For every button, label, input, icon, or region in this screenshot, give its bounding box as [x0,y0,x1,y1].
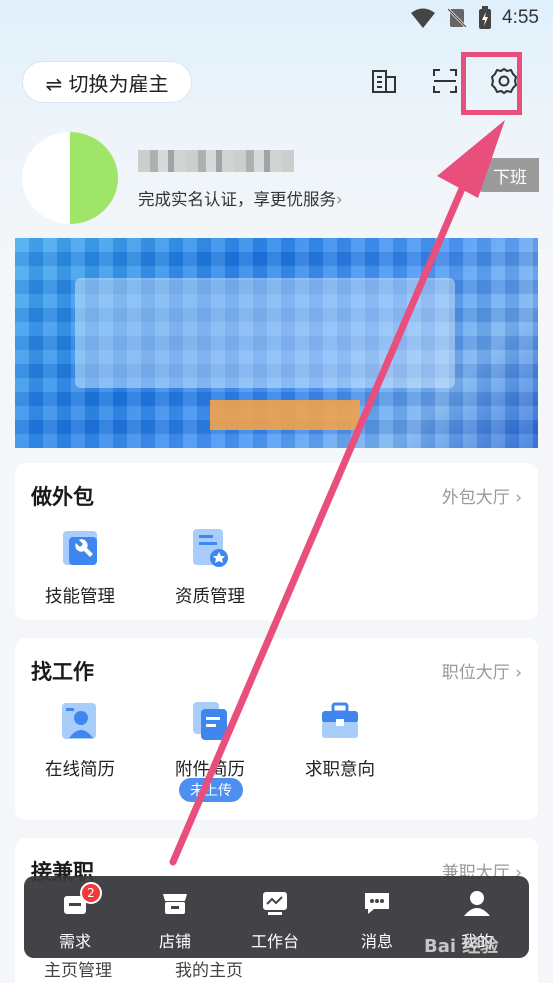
skill-management-item[interactable]: 技能管理 [25,527,135,608]
switch-label: ⇌ 切换为雇主 [45,71,169,96]
tab-demand-label: 需求 [58,932,91,951]
promo-banner[interactable] [15,238,538,448]
workbench-icon [263,892,287,915]
online-resume-label: 在线简历 [45,760,115,780]
jobs-card: 找工作 职位大厅 › 在线简历 附件简历 求职意向 [15,638,538,820]
baidu-watermark: Bai 经验 [424,936,499,957]
battery-icon [479,6,492,29]
skill-management-icon [63,531,97,565]
message-icon [365,893,389,914]
tab-shop-label: 店铺 [158,932,191,951]
job-intention-icon [322,702,358,738]
job-intention-label: 求职意向 [305,760,375,780]
scan-icon[interactable] [428,64,462,98]
outsourcing-card: 做外包 外包大厅 › 技能管理 资质管理 [15,463,538,620]
verify-text: 完成实名认证，享更优服务 [138,190,336,209]
avatar[interactable] [22,132,118,224]
qualification-management-item[interactable]: 资质管理 [155,527,265,608]
tab-messages[interactable]: 消息 [332,888,422,952]
status-time: 4:55 [502,7,539,28]
qualification-management-icon [193,529,228,567]
no-signal-icon [447,8,467,28]
job-intention-item[interactable]: 求职意向 [285,700,395,781]
building-icon[interactable] [367,64,401,98]
outsourcing-hall-link[interactable]: 外包大厅 › [442,483,522,508]
settings-highlight-box [461,52,522,115]
tab-messages-label: 消息 [360,932,393,951]
outsourcing-title: 做外包 [31,485,94,509]
skill-management-label: 技能管理 [45,587,115,607]
chevron-right-icon: › [336,190,343,209]
off-duty-toggle[interactable]: 下班 [467,158,539,192]
switch-to-employer-button[interactable]: ⇌ 切换为雇主 [22,61,192,103]
homepage-management-label[interactable]: 主页管理 [44,956,112,981]
shop-icon [163,894,187,914]
status-bar: 4:55 [0,0,553,38]
attachment-resume-item[interactable]: 附件简历 [155,700,265,781]
not-uploaded-badge: 未上传 [179,778,243,802]
qualification-management-label: 资质管理 [175,587,245,607]
username-blurred [138,150,294,172]
profile-icon [464,891,490,916]
online-resume-item[interactable]: 在线简历 [25,700,135,781]
jobs-title: 找工作 [31,660,94,684]
demand-count-badge: 2 [80,882,102,904]
wifi-icon [411,8,436,28]
jobs-hall-link[interactable]: 职位大厅 › [442,658,522,683]
tab-workbench[interactable]: 工作台 [230,888,320,952]
online-resume-icon [62,703,96,739]
off-duty-label: 下班 [493,167,527,188]
my-homepage-label[interactable]: 我的主页 [175,956,243,981]
verify-prompt[interactable]: 完成实名认证，享更优服务› [138,186,343,210]
tab-shop[interactable]: 店铺 [130,888,220,952]
tab-workbench-label: 工作台 [250,932,299,951]
attachment-resume-icon [193,702,227,740]
tab-demand[interactable]: 需求 [30,888,120,952]
